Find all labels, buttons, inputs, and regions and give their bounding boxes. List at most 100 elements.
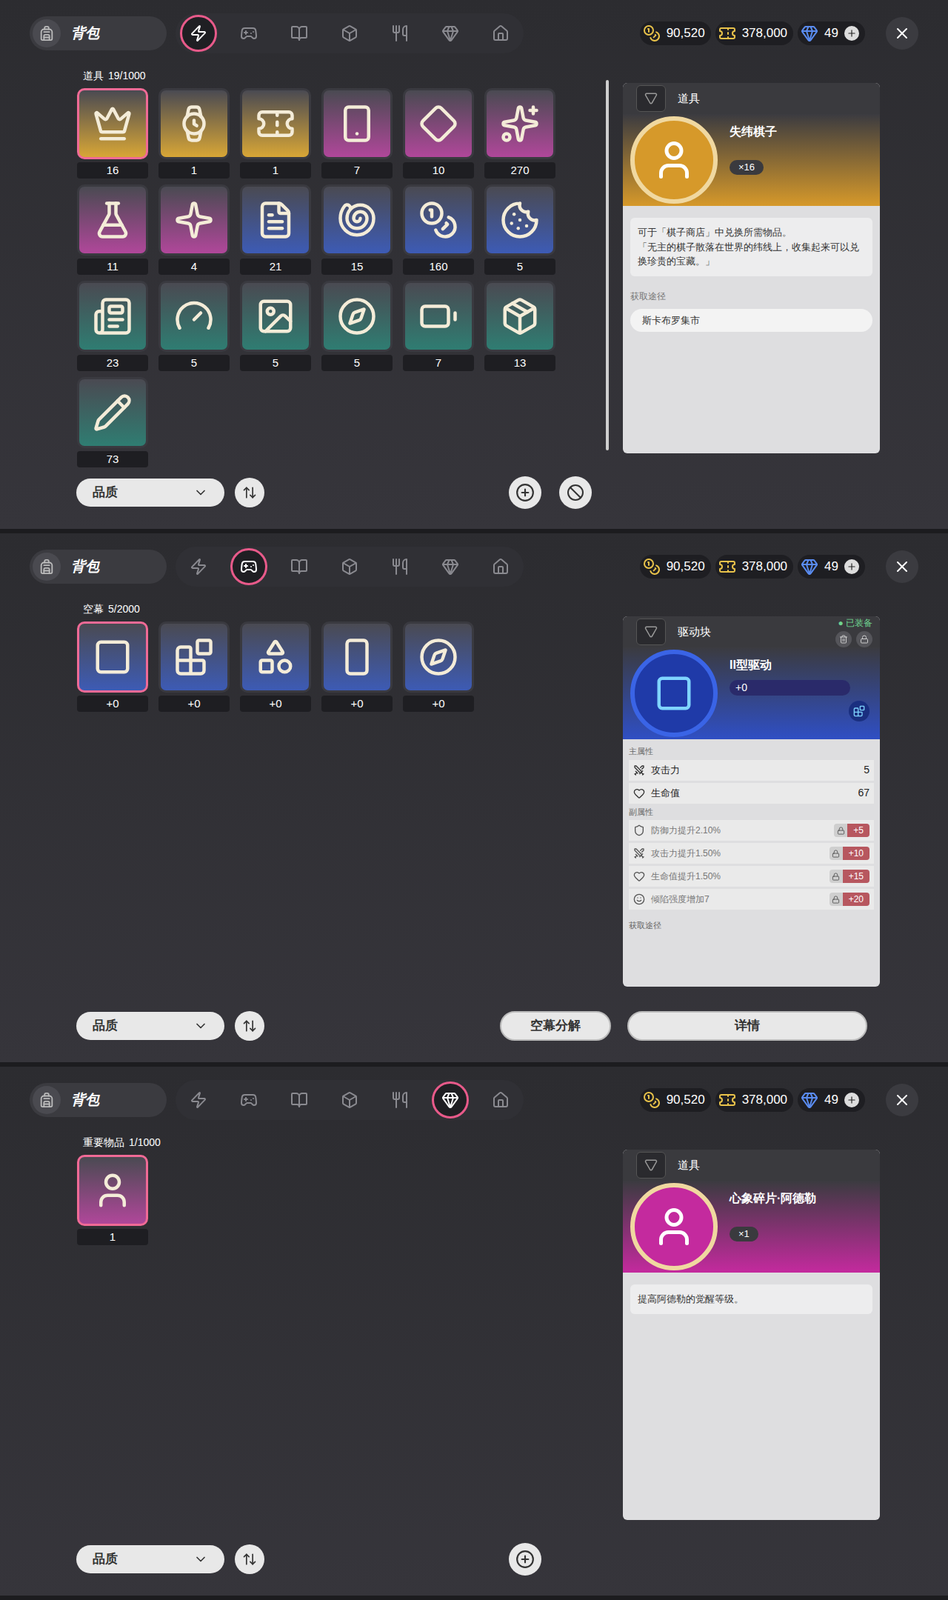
- item-cell[interactable]: 1: [158, 88, 230, 179]
- item-cell[interactable]: 5: [158, 280, 230, 372]
- item-cell[interactable]: 7: [321, 88, 393, 179]
- lock-icon: [829, 892, 843, 906]
- tab[interactable]: [331, 548, 369, 586]
- sort-dropdown[interactable]: 品质: [76, 1011, 225, 1040]
- tab-icon: [340, 557, 359, 576]
- actions: [508, 1542, 542, 1576]
- sort-order-button[interactable]: [234, 1544, 265, 1574]
- tab[interactable]: [230, 1081, 268, 1119]
- tab[interactable]: [179, 14, 218, 52]
- tab[interactable]: [331, 14, 369, 52]
- add-currency-button[interactable]: [844, 25, 860, 41]
- close-button[interactable]: [885, 550, 919, 583]
- tab-icon: [290, 24, 309, 43]
- item-cell[interactable]: +0: [77, 621, 149, 712]
- item-icon: [174, 636, 215, 677]
- item-cell[interactable]: +0: [158, 621, 230, 712]
- dropdown-icon: [193, 1018, 209, 1034]
- sort-dropdown[interactable]: 品质: [76, 1544, 225, 1574]
- add-currency-button[interactable]: [844, 1092, 860, 1108]
- tab[interactable]: [179, 1081, 218, 1119]
- detail-description: 提高阿德勒的觉醒等级。: [630, 1284, 873, 1314]
- tab-bar: [175, 546, 524, 587]
- item-icon: [92, 1170, 133, 1211]
- sort-order-button[interactable]: [234, 477, 265, 508]
- title: 背包: [71, 22, 100, 45]
- detail-name: 心象碎片·阿德勒: [729, 1189, 817, 1208]
- item-icon: [255, 636, 296, 677]
- tab[interactable]: [381, 548, 419, 586]
- sub-stat-row: 生命值提升1.50%+15: [628, 865, 874, 887]
- bottom-bar: 品质: [0, 462, 948, 523]
- discard-button[interactable]: [835, 631, 852, 648]
- app: 背包90,520378,00049道具19/100016117102701142…: [0, 0, 948, 1600]
- tab[interactable]: [482, 1081, 520, 1119]
- item-cell[interactable]: 16: [77, 88, 149, 179]
- lock-button[interactable]: [856, 631, 873, 648]
- source-item[interactable]: 斯卡布罗集市: [630, 308, 873, 333]
- item-cell[interactable]: 21: [239, 184, 312, 275]
- tab[interactable]: [331, 1081, 369, 1119]
- item-cell[interactable]: +0: [239, 621, 312, 712]
- currency-icon: [718, 1090, 737, 1109]
- tab[interactable]: [431, 548, 469, 586]
- tab[interactable]: [280, 14, 318, 52]
- tab[interactable]: [381, 1081, 419, 1119]
- item-list: 道具19/10001611710270114211516052355571373: [74, 66, 604, 463]
- item-cell[interactable]: +0: [402, 621, 474, 712]
- sort-order-button[interactable]: [234, 1010, 265, 1041]
- item-cell[interactable]: 23: [77, 280, 149, 372]
- tab[interactable]: [431, 1081, 469, 1119]
- tab[interactable]: [381, 14, 419, 52]
- item-cell[interactable]: +0: [321, 621, 393, 712]
- action-button[interactable]: 空幕分解: [499, 1010, 612, 1041]
- add-button[interactable]: [508, 1542, 542, 1576]
- currency-icon: [800, 557, 819, 576]
- item-cell[interactable]: 160: [402, 184, 474, 275]
- tab[interactable]: [230, 14, 268, 52]
- sort-icon: [242, 1551, 257, 1567]
- item-cell[interactable]: 270: [484, 88, 556, 179]
- source-label: 获取途径: [630, 289, 873, 303]
- tab[interactable]: [482, 548, 520, 586]
- item-icon: [92, 199, 133, 240]
- main-stat-row: 生命值67: [628, 782, 874, 804]
- filter-button[interactable]: [559, 476, 592, 509]
- detail-body: 可于「棋子商店」中兑换所需物品。「无主的棋子散落在世界的纬线上，收集起来可以兑换…: [622, 205, 880, 340]
- item-cell[interactable]: 1: [77, 1154, 149, 1245]
- tab-icon: [491, 1090, 510, 1109]
- item-cell[interactable]: 1: [239, 88, 312, 179]
- detail-category: 驱动块: [677, 623, 711, 641]
- item-cell[interactable]: 7: [402, 280, 474, 372]
- tab[interactable]: [280, 548, 318, 586]
- scrollbar[interactable]: [605, 79, 609, 451]
- item-icon: [336, 103, 377, 144]
- action-button[interactable]: 详情: [627, 1010, 868, 1041]
- item-tile: [402, 280, 474, 352]
- add-button[interactable]: [508, 476, 542, 509]
- tab[interactable]: [431, 14, 469, 52]
- item-list: 重要物品1/10001: [74, 1133, 604, 1530]
- item-cell[interactable]: 4: [158, 184, 230, 275]
- item-cell[interactable]: 5: [321, 280, 393, 372]
- tab-icon: [391, 1090, 409, 1109]
- tab-icon: [239, 24, 258, 43]
- tab[interactable]: [230, 548, 268, 586]
- item-count: 1: [158, 162, 230, 179]
- item-tile: [484, 88, 556, 160]
- item-cell[interactable]: 15: [321, 184, 393, 275]
- item-count: 1: [77, 1228, 149, 1245]
- add-currency-button[interactable]: [844, 559, 860, 574]
- item-cell[interactable]: 5: [239, 280, 312, 372]
- item-cell[interactable]: 73: [77, 376, 149, 468]
- tab[interactable]: [179, 548, 218, 586]
- close-button[interactable]: [885, 17, 919, 50]
- sort-dropdown[interactable]: 品质: [76, 478, 225, 507]
- item-cell[interactable]: 11: [77, 184, 149, 275]
- item-cell[interactable]: 5: [484, 184, 556, 275]
- close-button[interactable]: [885, 1083, 919, 1117]
- item-cell[interactable]: 10: [402, 88, 474, 179]
- item-cell[interactable]: 13: [484, 280, 556, 372]
- tab[interactable]: [280, 1081, 318, 1119]
- tab[interactable]: [482, 14, 520, 52]
